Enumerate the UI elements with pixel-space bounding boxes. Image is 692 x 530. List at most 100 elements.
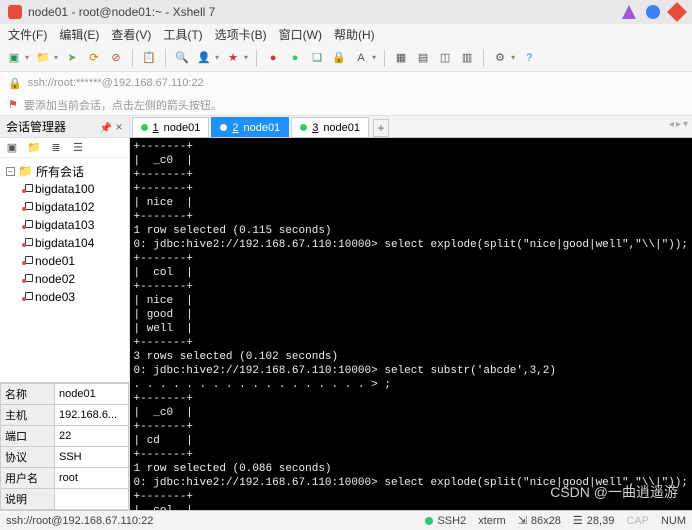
lock-toolbar-icon[interactable]: 🔒 <box>331 50 347 66</box>
status-ssh: SSH2 <box>437 515 466 527</box>
tab-label: node01 <box>164 122 201 134</box>
font-icon[interactable]: A <box>353 50 369 66</box>
menu-tools[interactable]: 工具(T) <box>163 26 202 43</box>
sb-folder-icon[interactable]: 📁 <box>26 140 42 156</box>
tab-menu-icon[interactable]: ▾ <box>683 119 688 130</box>
sb-list-icon[interactable]: ☰ <box>70 140 86 156</box>
sb-view-icon[interactable]: ≣ <box>48 140 64 156</box>
menu-help[interactable]: 帮助(H) <box>334 26 375 43</box>
help-icon[interactable]: ? <box>521 50 537 66</box>
tree-item-label: node03 <box>35 290 75 304</box>
send-icon[interactable]: ➤ <box>64 50 80 66</box>
host-icon <box>22 184 32 194</box>
tree-item-label: node01 <box>35 254 75 268</box>
prop-key: 名称 <box>1 384 55 405</box>
status-pos: 28,39 <box>587 515 615 527</box>
address-bar: 🔒 ssh://root:******@192.168.67.110:22 <box>0 72 692 94</box>
tab-label: node01 <box>243 122 280 134</box>
sidebar-toolbar: ▣ 📁 ≣ ☰ <box>0 138 129 158</box>
status-num: NUM <box>661 515 686 527</box>
prop-key: 端口 <box>1 426 55 447</box>
tip-bar: ⚑ 要添加当前会话，点击左侧的箭头按钮。 <box>0 94 692 116</box>
tree-item[interactable]: node02 <box>2 270 127 288</box>
toolbar: ▣▾ 📁▾ ➤ ⟳ ⊘ 📋 🔍 👤▾ ★▾ ● ● ❏ 🔒 A▾ ▦ ▤ ◫ ▥… <box>0 44 692 72</box>
status-dot-icon <box>220 124 227 131</box>
status-dot-icon <box>141 124 148 131</box>
prop-val: 22 <box>55 426 129 447</box>
lock-icon: 🔒 <box>8 77 22 90</box>
disconnect-icon[interactable]: ⊘ <box>108 50 124 66</box>
menubar: 文件(F) 编辑(E) 查看(V) 工具(T) 选项卡(B) 窗口(W) 帮助(… <box>0 24 692 44</box>
cursor-icon: ☰ <box>573 514 583 527</box>
tree-item[interactable]: bigdata100 <box>2 180 127 198</box>
split-icon[interactable]: ◫ <box>437 50 453 66</box>
cascade-icon[interactable]: ▤ <box>415 50 431 66</box>
close-icon[interactable] <box>667 2 687 22</box>
host-icon <box>22 256 32 266</box>
tree-item[interactable]: bigdata103 <box>2 216 127 234</box>
status-bar: ssh://root@192.168.67.110:22 SSH2 xterm … <box>0 510 692 530</box>
gear-icon[interactable]: ⚙ <box>492 50 508 66</box>
session-tree[interactable]: − 📁 所有会话 bigdata100 bigdata102 bigdata10… <box>0 158 129 382</box>
prop-key: 说明 <box>1 489 55 510</box>
view-icon[interactable]: ▥ <box>459 50 475 66</box>
tree-root[interactable]: − 📁 所有会话 <box>2 162 127 180</box>
maximize-icon[interactable] <box>646 5 660 19</box>
session-sidebar: 会话管理器 📌 × ▣ 📁 ≣ ☰ − 📁 所有会话 bigdata100 bi… <box>0 116 130 510</box>
host-icon <box>22 202 32 212</box>
search-icon[interactable]: 🔍 <box>174 50 190 66</box>
status-size: 86x28 <box>531 515 561 527</box>
tree-item[interactable]: bigdata102 <box>2 198 127 216</box>
tab-add-button[interactable]: + <box>373 119 389 137</box>
new-session-icon[interactable]: ▣ <box>6 50 22 66</box>
prop-val: root <box>55 468 129 489</box>
tab-3[interactable]: 3node01 <box>291 117 369 137</box>
flag-icon: ⚑ <box>8 98 18 111</box>
collapse-icon[interactable]: − <box>6 167 15 176</box>
red-dot-icon[interactable]: ● <box>265 50 281 66</box>
tab-1[interactable]: 1node01 <box>132 117 210 137</box>
prop-val: node01 <box>55 384 129 405</box>
tab-prev-icon[interactable]: ◂ <box>669 119 674 130</box>
app-icon <box>8 5 22 19</box>
profile-icon[interactable]: 👤 <box>196 50 212 66</box>
property-grid: 名称node01 主机192.168.6... 端口22 协议SSH 用户名ro… <box>0 382 129 510</box>
tab-2[interactable]: 2node01 <box>211 117 289 137</box>
copy-icon[interactable]: 📋 <box>141 50 157 66</box>
sb-new-icon[interactable]: ▣ <box>4 140 20 156</box>
menu-view[interactable]: 查看(V) <box>111 26 151 43</box>
status-cap: CAP <box>626 515 649 527</box>
tree-item[interactable]: bigdata104 <box>2 234 127 252</box>
reconnect-icon[interactable]: ⟳ <box>86 50 102 66</box>
menu-window[interactable]: 窗口(W) <box>279 26 322 43</box>
address-text[interactable]: ssh://root:******@192.168.67.110:22 <box>28 77 204 89</box>
green-dot-icon[interactable]: ● <box>287 50 303 66</box>
menu-tab[interactable]: 选项卡(B) <box>215 26 267 43</box>
close-panel-icon[interactable]: × <box>115 120 122 134</box>
prop-val <box>55 489 129 510</box>
resize-icon: ⇲ <box>518 514 527 527</box>
tab-bar: 1node01 2node01 3node01 + ◂▸▾ <box>130 116 692 138</box>
menu-file[interactable]: 文件(F) <box>8 26 47 43</box>
titlebar: node01 - root@node01:~ - Xshell 7 <box>0 0 692 24</box>
tree-item-label: bigdata100 <box>35 182 94 196</box>
status-address: ssh://root@192.168.67.110:22 <box>6 515 153 527</box>
tree-item-label: node02 <box>35 272 75 286</box>
pin-icon[interactable]: 📌 <box>100 123 112 134</box>
host-icon <box>22 274 32 284</box>
status-dot-icon <box>425 517 433 525</box>
minimize-icon[interactable] <box>622 5 636 19</box>
open-icon[interactable]: 📁 <box>35 50 51 66</box>
tree-item[interactable]: node03 <box>2 288 127 306</box>
tile-icon[interactable]: ▦ <box>393 50 409 66</box>
tree-item[interactable]: node01 <box>2 252 127 270</box>
prop-val: 192.168.6... <box>55 405 129 426</box>
terminal[interactable]: +-------+ | _c0 | +-------+ +-------+ | … <box>130 138 692 510</box>
tip-text: 要添加当前会话，点击左侧的箭头按钮。 <box>24 97 222 113</box>
window-title: node01 - root@node01:~ - Xshell 7 <box>28 5 612 19</box>
tab-next-icon[interactable]: ▸ <box>676 119 681 130</box>
window-icon[interactable]: ❏ <box>309 50 325 66</box>
menu-edit[interactable]: 编辑(E) <box>59 26 99 43</box>
tree-item-label: bigdata103 <box>35 218 94 232</box>
bookmark-icon[interactable]: ★ <box>225 50 241 66</box>
